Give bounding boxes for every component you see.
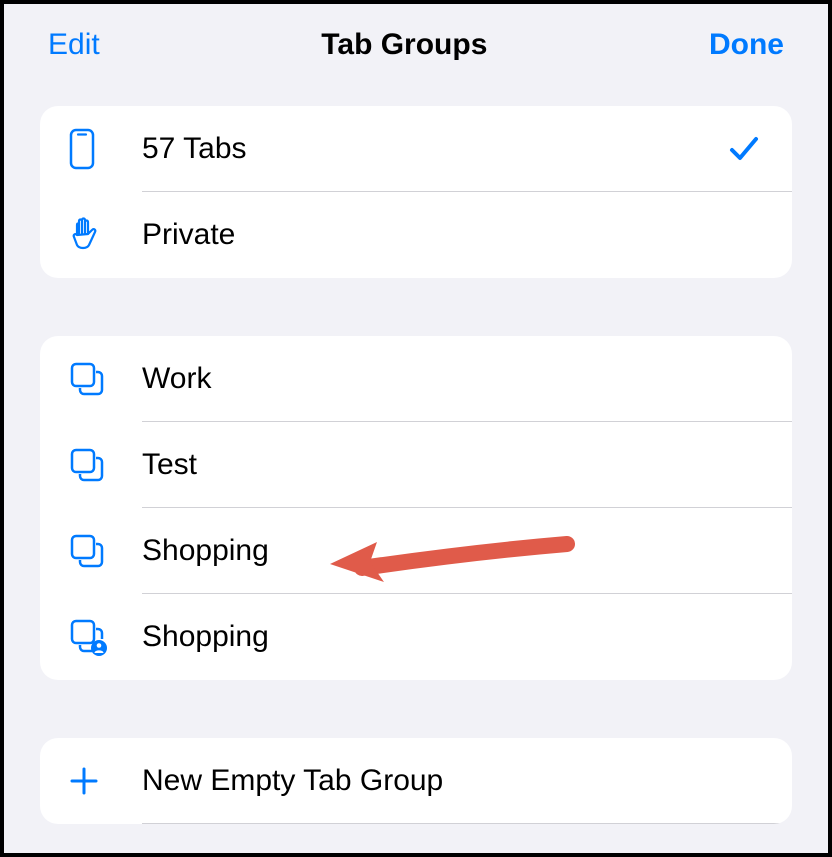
page-title: Tab Groups <box>321 28 487 62</box>
done-button[interactable]: Done <box>709 28 784 62</box>
divider <box>142 823 792 824</box>
tab-group-label: Shopping <box>116 534 764 568</box>
squares-person-icon <box>68 617 116 657</box>
hand-icon <box>68 215 116 255</box>
tab-group-row-alltabs[interactable]: 57 Tabs <box>40 106 792 192</box>
new-group-label: New Empty Tab Group <box>116 764 764 798</box>
tab-group-label: Shopping <box>116 620 764 654</box>
tab-group-label: Private <box>116 218 764 252</box>
tab-group-row-work[interactable]: Work <box>40 336 792 422</box>
tab-group-row-shopping[interactable]: Shopping <box>40 508 792 594</box>
squares-icon <box>68 532 116 570</box>
tab-group-label: Test <box>116 448 764 482</box>
edit-button[interactable]: Edit <box>48 28 100 62</box>
tab-group-label: 57 Tabs <box>116 132 724 166</box>
tab-group-label: Work <box>116 362 764 396</box>
tab-group-row-shopping-shared[interactable]: Shopping <box>40 594 792 680</box>
section-new-group: New Empty Tab Group <box>40 738 792 824</box>
section-default-groups: 57 Tabs Private <box>40 106 792 278</box>
squares-icon <box>68 446 116 484</box>
phone-icon <box>68 128 116 170</box>
header: Edit Tab Groups Done <box>4 4 828 86</box>
tab-group-row-test[interactable]: Test <box>40 422 792 508</box>
squares-icon <box>68 360 116 398</box>
new-empty-tab-group-button[interactable]: New Empty Tab Group <box>40 738 792 824</box>
section-custom-groups: Work Test Shopping <box>40 336 792 680</box>
checkmark-icon <box>724 132 764 166</box>
tab-group-row-private[interactable]: Private <box>40 192 792 278</box>
plus-icon <box>68 765 116 797</box>
